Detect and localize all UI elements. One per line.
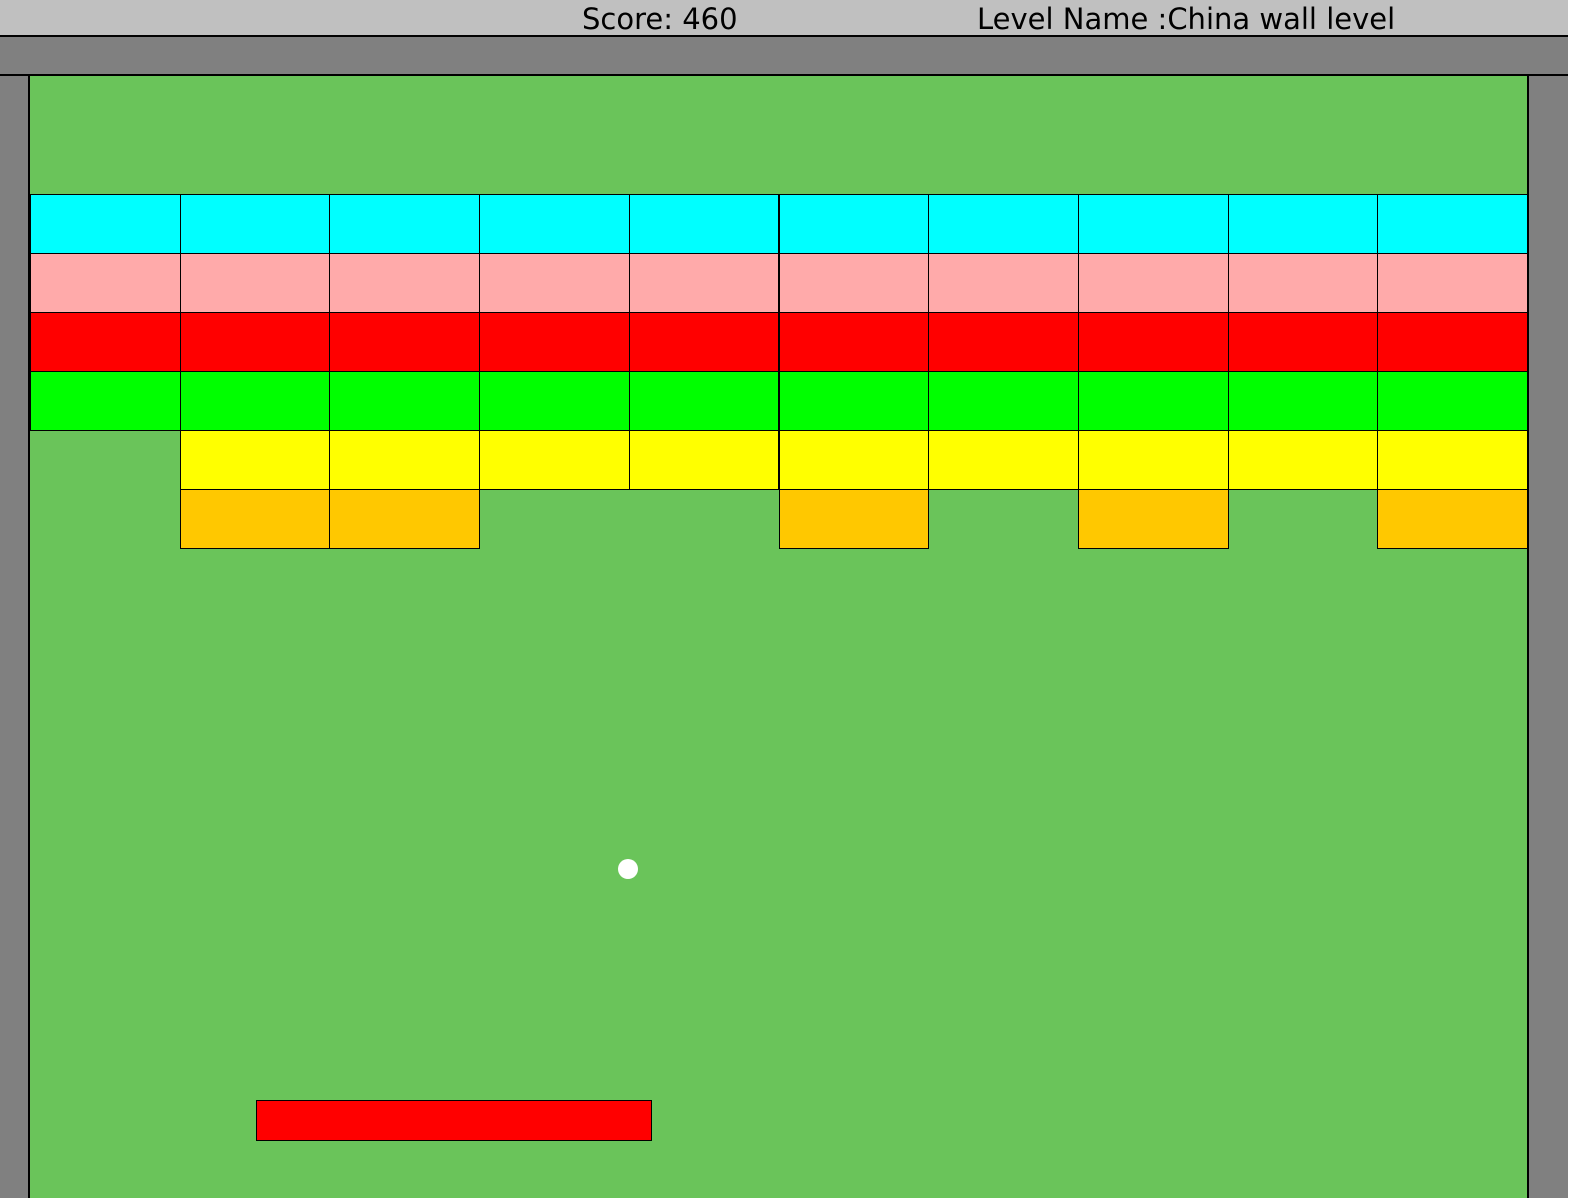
brick bbox=[179, 253, 331, 313]
brick bbox=[778, 194, 930, 254]
left-wall bbox=[0, 76, 30, 1198]
brick bbox=[1227, 371, 1379, 431]
brick bbox=[628, 253, 780, 313]
brick bbox=[329, 430, 481, 490]
brick bbox=[1377, 371, 1528, 431]
brick bbox=[1377, 312, 1528, 372]
brick bbox=[1377, 489, 1528, 549]
brick bbox=[179, 430, 331, 490]
brick bbox=[1377, 194, 1528, 254]
brick bbox=[30, 253, 181, 313]
brick bbox=[329, 371, 481, 431]
brick bbox=[479, 253, 630, 313]
brick bbox=[1227, 253, 1379, 313]
top-wall bbox=[0, 37, 1568, 76]
brick bbox=[928, 312, 1079, 372]
brick bbox=[778, 489, 930, 549]
brick bbox=[778, 253, 930, 313]
brick bbox=[329, 312, 481, 372]
brick bbox=[1077, 371, 1229, 431]
brick bbox=[628, 194, 780, 254]
score-label: Score: 460 bbox=[582, 2, 738, 36]
ball bbox=[618, 859, 638, 879]
brick bbox=[479, 371, 630, 431]
brick bbox=[1227, 312, 1379, 372]
brick bbox=[479, 430, 630, 490]
brick bbox=[179, 194, 331, 254]
brick bbox=[479, 312, 630, 372]
brick bbox=[30, 312, 181, 372]
brick bbox=[628, 312, 780, 372]
brick bbox=[179, 312, 331, 372]
brick bbox=[628, 430, 780, 490]
score-bar: Score: 460 Level Name :China wall level bbox=[0, 0, 1568, 37]
brick bbox=[1227, 430, 1379, 490]
brick bbox=[329, 489, 481, 549]
brick bbox=[1077, 430, 1229, 490]
brick bbox=[778, 430, 930, 490]
brick bbox=[928, 430, 1079, 490]
brick bbox=[30, 371, 181, 431]
brick bbox=[479, 194, 630, 254]
brick bbox=[1377, 253, 1528, 313]
play-field bbox=[30, 76, 1528, 1198]
brick bbox=[1227, 194, 1379, 254]
paddle[interactable] bbox=[256, 1100, 652, 1141]
brick bbox=[329, 253, 481, 313]
brick bbox=[1077, 489, 1229, 549]
level-name-label: Level Name :China wall level bbox=[977, 2, 1396, 36]
window-edge bbox=[1568, 0, 1592, 1198]
brick bbox=[179, 489, 331, 549]
brick bbox=[778, 371, 930, 431]
brick bbox=[179, 371, 331, 431]
brick bbox=[329, 194, 481, 254]
right-wall bbox=[1527, 76, 1568, 1198]
brick bbox=[928, 253, 1079, 313]
brick bbox=[1377, 430, 1528, 490]
game-window: Score: 460 Level Name :China wall level bbox=[0, 0, 1592, 1198]
brick bbox=[1077, 253, 1229, 313]
brick bbox=[1077, 312, 1229, 372]
brick bbox=[1077, 194, 1229, 254]
brick bbox=[628, 371, 780, 431]
brick bbox=[928, 371, 1079, 431]
brick bbox=[928, 194, 1079, 254]
brick bbox=[30, 194, 181, 254]
brick bbox=[778, 312, 930, 372]
